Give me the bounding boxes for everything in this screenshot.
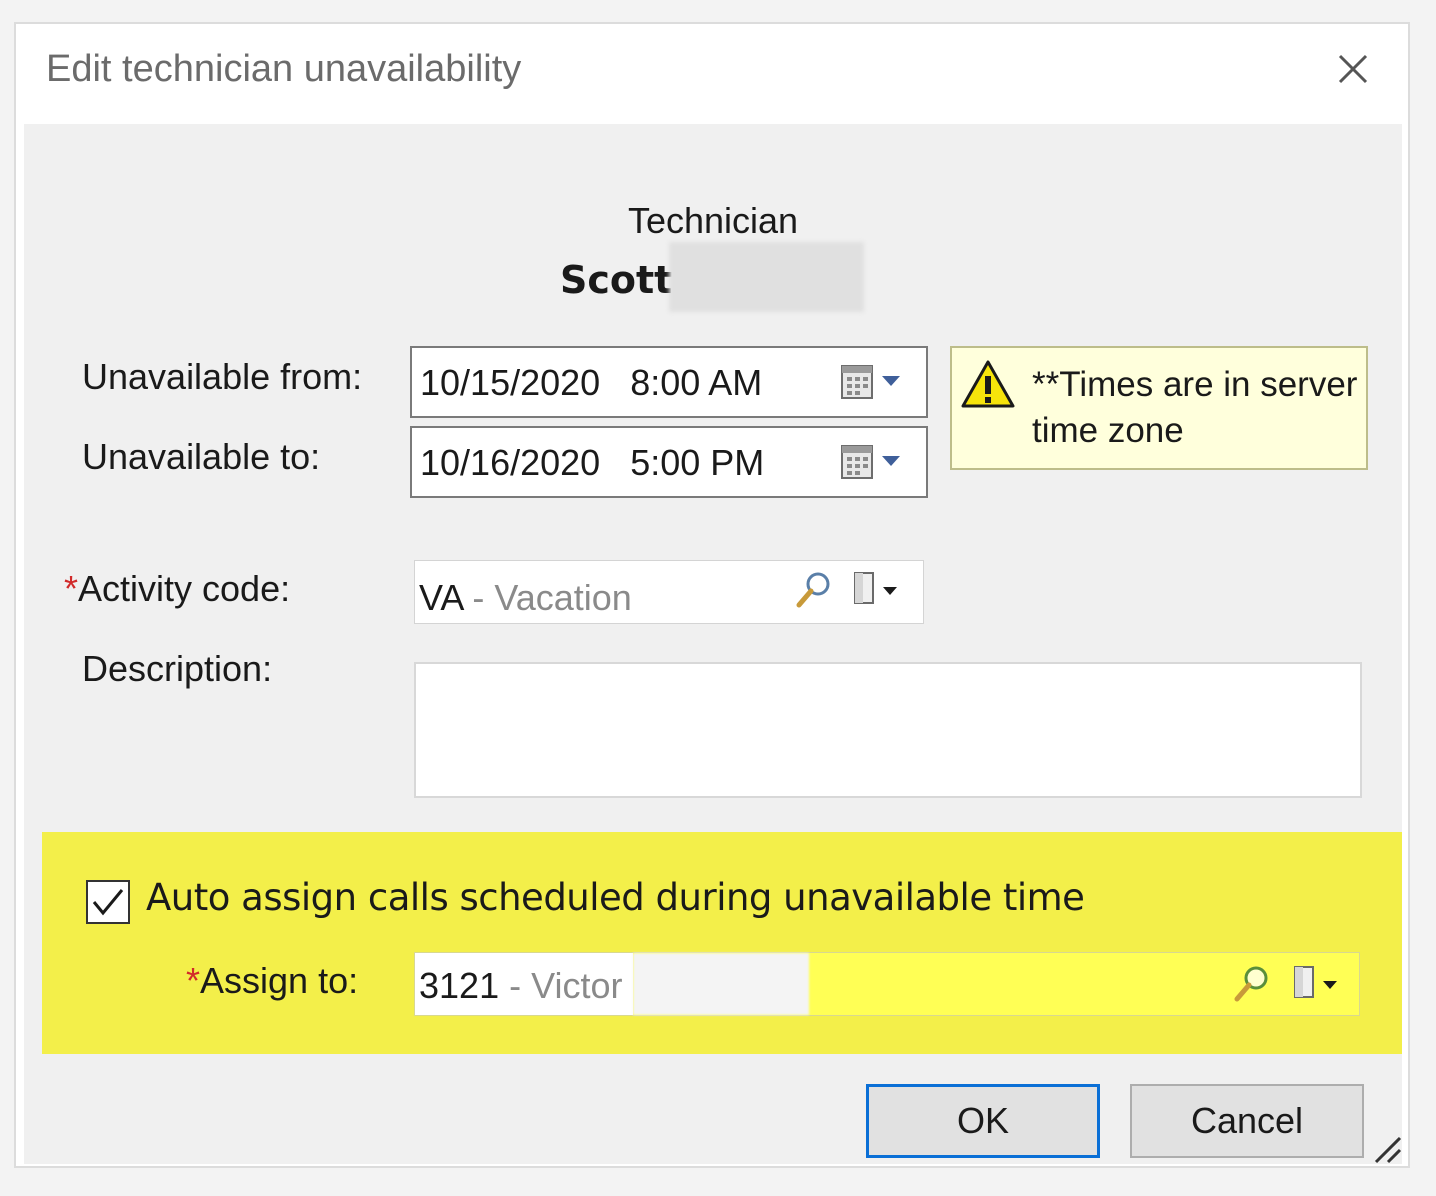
technician-surname-redacted (669, 242, 864, 312)
auto-assign-checkbox[interactable] (86, 880, 130, 924)
to-calendar-button[interactable] (838, 442, 910, 484)
required-marker: * (64, 568, 79, 609)
calendar-dropdown-icon (841, 445, 900, 479)
to-datetime-value: 10/16/2020 5:00 PM (420, 442, 764, 484)
assign-to-field[interactable]: 3121 - Victor (414, 952, 1360, 1016)
assign-to-value: 3121 - Victor (419, 965, 622, 1007)
timezone-warning: **Times are in server time zone (950, 346, 1368, 470)
timezone-warning-text: **Times are in server time zone (1032, 365, 1358, 450)
dialog-title: Edit technician unavailability (46, 48, 522, 90)
assign-code: 3121 (419, 965, 500, 1006)
resize-grip[interactable] (1368, 1130, 1402, 1164)
activity-search-button[interactable] (793, 569, 835, 611)
assign-surname-redacted (633, 953, 809, 1015)
from-date: 10/15/2020 (420, 362, 601, 403)
dialog-titlebar[interactable]: Edit technician unavailability (16, 24, 1408, 124)
from-datetime-field[interactable]: 10/15/2020 8:00 AM (410, 346, 928, 418)
search-icon (1234, 966, 1268, 1002)
to-label: Unavailable to: (82, 436, 321, 477)
to-date: 10/16/2020 (420, 442, 601, 483)
from-label: Unavailable from: (82, 356, 363, 397)
document-dropdown-icon (1294, 966, 1337, 998)
cancel-button[interactable]: Cancel (1130, 1084, 1364, 1158)
to-time: 5:00 PM (630, 442, 765, 483)
document-dropdown-icon (854, 572, 897, 604)
activity-code-label-text: Activity code: (78, 568, 291, 609)
activity-code: VA (419, 577, 463, 618)
technician-name: Scott (560, 258, 673, 302)
close-icon (1338, 54, 1368, 84)
to-datetime-field[interactable]: 10/16/2020 5:00 PM (410, 426, 928, 498)
assign-name: Victor (531, 965, 623, 1006)
assign-menu-button[interactable] (1291, 963, 1347, 1005)
assign-search-button[interactable] (1231, 963, 1273, 1005)
activity-code-label: *Activity code: (64, 568, 290, 610)
assign-separator: - (499, 965, 532, 1006)
assign-to-label-text: Assign to: (200, 960, 359, 1001)
technician-heading: Technician (627, 200, 799, 241)
search-icon (796, 572, 830, 608)
resize-grip-icon (1374, 1136, 1402, 1164)
auto-assign-label[interactable]: Auto assign calls scheduled during unava… (146, 876, 1085, 919)
description-input[interactable] (414, 662, 1362, 798)
ok-button[interactable]: OK (866, 1084, 1100, 1158)
warning-icon (961, 360, 1015, 408)
description-label: Description: (82, 648, 273, 689)
from-datetime-value: 10/15/2020 8:00 AM (420, 362, 762, 404)
assign-to-label: *Assign to: (186, 960, 358, 1002)
activity-description: Vacation (494, 577, 632, 618)
from-calendar-button[interactable] (838, 362, 910, 404)
from-time: 8:00 AM (630, 362, 763, 403)
dialog-body: Technician Scott Unavailable from: 10/15… (24, 124, 1402, 1164)
required-marker: * (186, 960, 201, 1001)
activity-code-value: VA - Vacation (419, 577, 632, 619)
auto-assign-section: Auto assign calls scheduled during unava… (42, 832, 1402, 1054)
activity-menu-button[interactable] (851, 569, 907, 611)
edit-unavailability-dialog: Edit technician unavailability Technicia… (14, 22, 1410, 1168)
calendar-dropdown-icon (841, 365, 900, 399)
activity-separator: - (462, 577, 495, 618)
checkmark-icon (92, 889, 124, 916)
activity-code-field[interactable]: VA - Vacation (414, 560, 924, 624)
close-button[interactable] (1328, 46, 1376, 94)
